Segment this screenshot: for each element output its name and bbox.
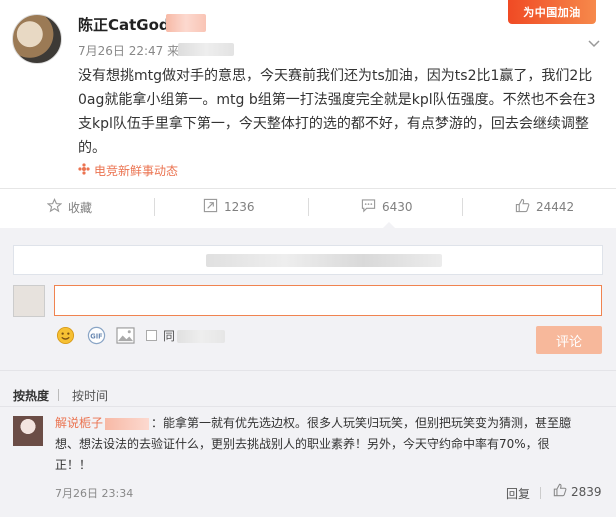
comment-panel-pointer — [382, 222, 396, 229]
thumbs-up-icon — [553, 483, 567, 500]
comment-input[interactable] — [54, 285, 602, 316]
commenter-avatar[interactable] — [13, 416, 43, 446]
comment-text-line2: 想、想法设法的去验证什么，更别去挑战别人的职业素养！另外，今天守约命中率有70%… — [55, 437, 550, 451]
submit-comment-button[interactable]: 评论 — [536, 326, 602, 354]
comment-button[interactable]: 6430 — [361, 198, 413, 216]
favorite-label: 收藏 — [68, 200, 93, 215]
topic-icon — [78, 163, 90, 178]
comment-text: 解说栀子 ：能拿第一就有优先选边权。很多人玩笑归玩笑，但别把玩笑变为猜测，甚至臆 … — [55, 413, 608, 476]
favorite-button[interactable]: 收藏 — [46, 198, 93, 216]
comment-like-button[interactable]: 2839 — [553, 483, 602, 500]
author-name[interactable]: 陈正CatGod — [78, 14, 170, 35]
chevron-down-icon[interactable] — [588, 36, 600, 52]
source-blurred — [178, 43, 234, 56]
tab-sort-hot[interactable]: 按热度 — [13, 387, 49, 404]
tabs-bottom-divider — [0, 406, 616, 407]
star-icon — [46, 198, 63, 216]
author-avatar[interactable] — [12, 14, 62, 64]
comment-line-1: 解说栀子 ：能拿第一就有优先选边权。很多人玩笑归玩笑，但别把玩笑变为猜测，甚至臆 — [55, 413, 608, 434]
repost-count: 1236 — [224, 200, 255, 214]
notice-blurred — [206, 254, 442, 267]
topic-link[interactable]: 电竞新鲜事动态 — [78, 162, 178, 179]
image-icon[interactable] — [115, 325, 135, 345]
repost-button[interactable]: 1236 — [203, 198, 255, 216]
comment-text-line1: 能拿第一就有优先选边权。很多人玩笑归玩笑，但别把玩笑变为猜测，甚至臆 — [163, 416, 572, 430]
repost-icon — [203, 198, 218, 216]
comment-icon — [361, 198, 376, 216]
comment-reply-button[interactable]: 回复 — [506, 485, 530, 502]
comment-separator: ： — [151, 416, 164, 430]
commenter-name[interactable]: 解说栀子 — [55, 416, 103, 430]
comment-list-divider — [0, 370, 616, 371]
tab-separator — [58, 389, 59, 401]
thumbs-up-icon — [515, 198, 530, 216]
comment-action-separator — [540, 487, 541, 499]
action-separator — [462, 198, 463, 216]
current-user-avatar — [13, 285, 45, 317]
tab-sort-time[interactable]: 按时间 — [72, 387, 108, 404]
post-content: 没有想挑mtg做对手的意思，今天赛前我们还为ts加油，因为ts2比1赢了，我们2… — [78, 68, 596, 156]
action-bar-top-divider — [0, 188, 616, 189]
action-separator — [154, 198, 155, 216]
repost-label-blurred — [177, 330, 225, 343]
gif-icon[interactable]: GIF — [86, 325, 106, 345]
same-time-repost-label: 同 — [163, 329, 176, 343]
same-time-repost-checkbox[interactable] — [146, 330, 157, 341]
comment-time: 7月26日 23:34 — [55, 487, 134, 500]
svg-text:GIF: GIF — [90, 332, 102, 340]
post-timestamp[interactable]: 7月26日 22:47 — [78, 44, 163, 58]
comment-text-line3: 正！！ — [55, 458, 92, 472]
like-button[interactable]: 24442 — [515, 198, 574, 216]
emoji-icon[interactable] — [55, 325, 75, 345]
author-badge-blurred — [166, 14, 206, 32]
commenter-name-blurred — [105, 417, 150, 430]
promo-badge[interactable]: 为中国加油 — [508, 0, 596, 24]
comment-like-count: 2839 — [571, 484, 602, 499]
action-separator — [308, 198, 309, 216]
topic-label[interactable]: 电竞新鲜事动态 — [94, 162, 178, 179]
comment-count: 6430 — [382, 200, 413, 214]
post-meta: 7月26日 22:47 来 — [78, 42, 179, 59]
like-count: 24442 — [536, 200, 575, 214]
